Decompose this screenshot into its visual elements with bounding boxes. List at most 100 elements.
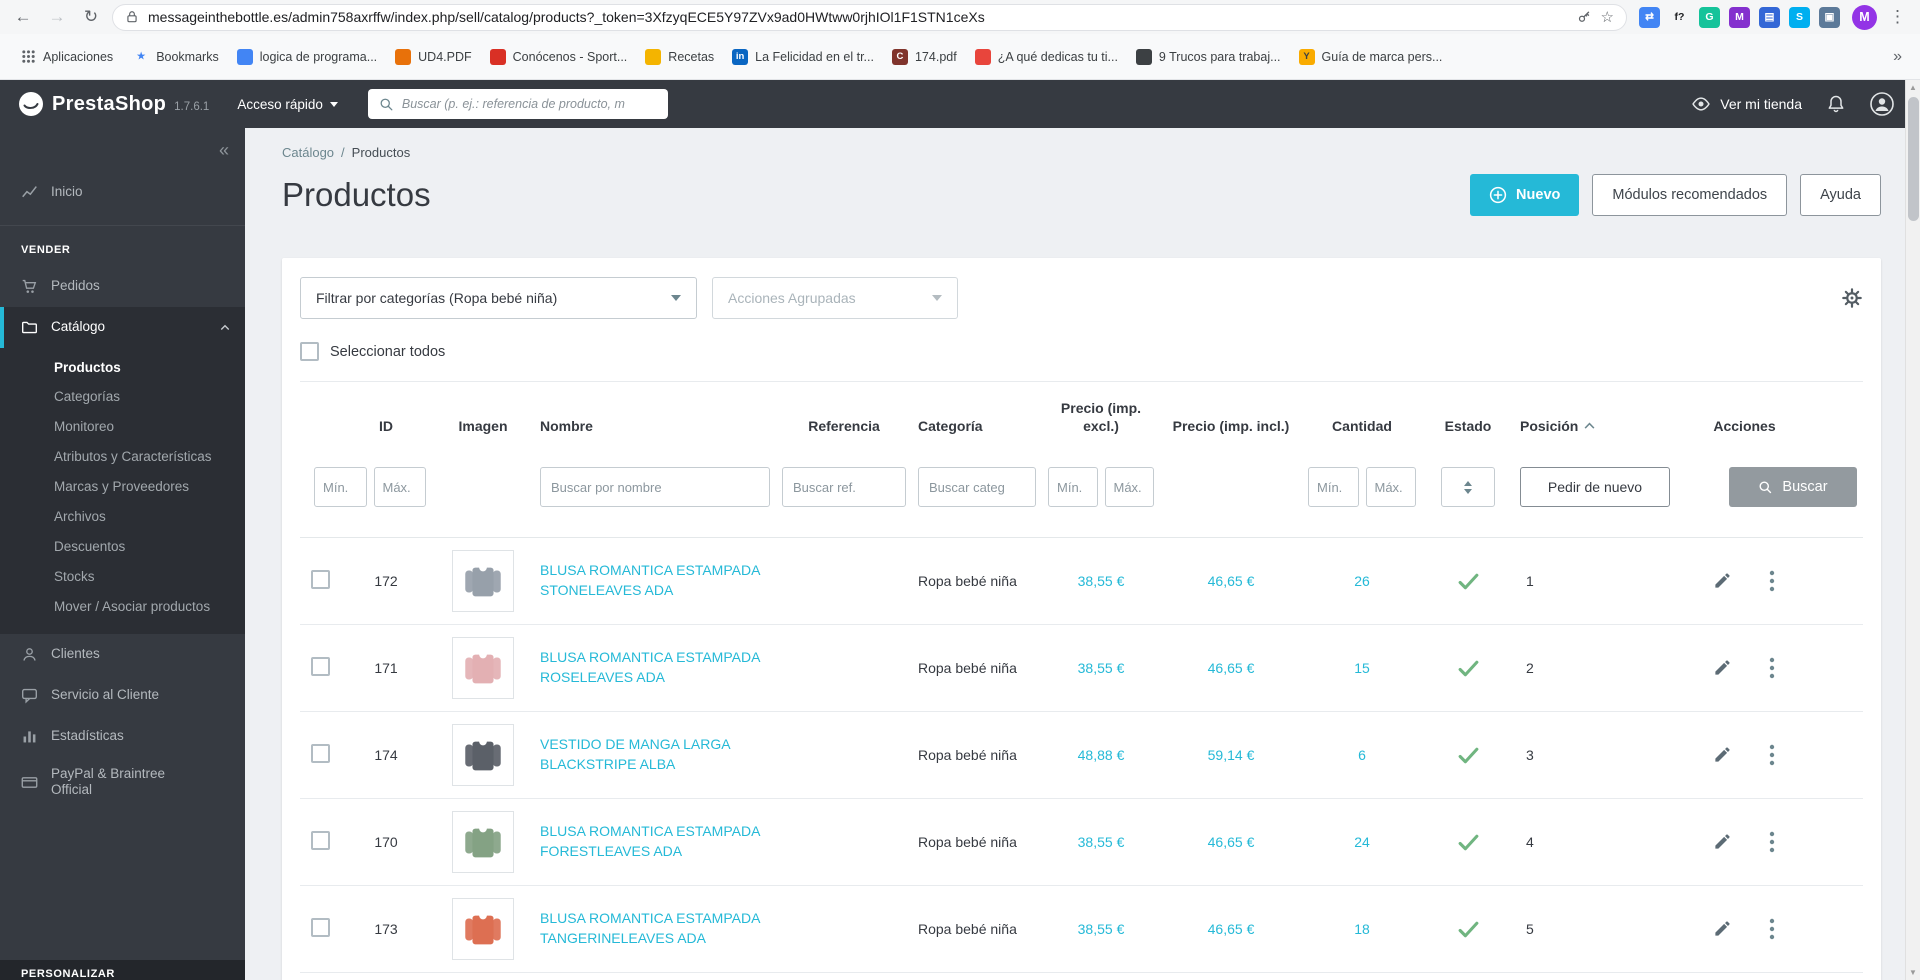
row-checkbox[interactable] bbox=[311, 744, 330, 763]
profile-avatar[interactable]: M bbox=[1852, 5, 1877, 30]
sidebar-subitem[interactable]: Monitoreo bbox=[0, 413, 245, 443]
notifications-bell-icon[interactable] bbox=[1826, 94, 1846, 114]
edit-pencil-icon[interactable] bbox=[1713, 919, 1732, 938]
browser-extension-icon[interactable]: f? bbox=[1669, 7, 1690, 28]
edit-pencil-icon[interactable] bbox=[1713, 745, 1732, 764]
col-nombre[interactable]: Nombre bbox=[534, 382, 776, 452]
reference-filter-input[interactable] bbox=[782, 467, 906, 507]
back-icon[interactable]: ← bbox=[10, 7, 36, 27]
sidebar-subitem[interactable]: Atributos y Características bbox=[0, 443, 245, 473]
browser-menu-icon[interactable]: ⋮ bbox=[1885, 7, 1910, 27]
product-price-incl-link[interactable]: 46,65 € bbox=[1208, 834, 1255, 850]
scrollbar-up-arrow[interactable]: ▲ bbox=[1906, 80, 1920, 95]
sidebar-subitem[interactable]: Categorías bbox=[0, 383, 245, 413]
product-price-excl-link[interactable]: 38,55 € bbox=[1078, 921, 1125, 937]
row-menu-kebab-icon[interactable] bbox=[1768, 917, 1776, 941]
product-price-incl-link[interactable]: 46,65 € bbox=[1208, 573, 1255, 589]
reload-icon[interactable]: ↻ bbox=[78, 7, 104, 27]
view-shop-link[interactable]: Ver mi tienda bbox=[1691, 94, 1802, 114]
product-image[interactable] bbox=[452, 550, 514, 612]
col-posicion[interactable]: Posición bbox=[1514, 382, 1626, 452]
product-quantity-link[interactable]: 15 bbox=[1354, 660, 1370, 676]
browser-extension-icon[interactable]: G bbox=[1699, 7, 1720, 28]
sidebar-item-inicio[interactable]: Inicio bbox=[0, 172, 245, 213]
browser-extension-icon[interactable]: ▣ bbox=[1819, 7, 1840, 28]
row-checkbox[interactable] bbox=[311, 657, 330, 676]
product-price-excl-link[interactable]: 38,55 € bbox=[1078, 834, 1125, 850]
sidebar-subitem[interactable]: Archivos bbox=[0, 502, 245, 532]
sidebar-item-catalogo[interactable]: Catálogo bbox=[0, 307, 245, 348]
product-name-link[interactable]: BLUSA ROMANTICA ESTAMPADA ROSELEAVES ADA bbox=[540, 648, 770, 688]
admin-search[interactable] bbox=[368, 89, 668, 119]
product-quantity-link[interactable]: 24 bbox=[1354, 834, 1370, 850]
edit-pencil-icon[interactable] bbox=[1713, 832, 1732, 851]
sidebar-item-clientes[interactable]: Clientes bbox=[0, 634, 245, 675]
name-filter-input[interactable] bbox=[540, 467, 770, 507]
browser-extension-icon[interactable]: ⇄ bbox=[1639, 7, 1660, 28]
bookmark-item[interactable]: Y Guía de marca pers... bbox=[1290, 42, 1452, 72]
row-menu-kebab-icon[interactable] bbox=[1768, 743, 1776, 767]
product-price-excl-link[interactable]: 38,55 € bbox=[1078, 573, 1125, 589]
browser-extension-icon[interactable]: S bbox=[1789, 7, 1810, 28]
product-price-incl-link[interactable]: 46,65 € bbox=[1208, 660, 1255, 676]
row-checkbox[interactable] bbox=[311, 831, 330, 850]
status-filter-select[interactable] bbox=[1441, 467, 1495, 507]
browser-extension-icon[interactable]: M bbox=[1729, 7, 1750, 28]
new-product-button[interactable]: Nuevo bbox=[1470, 174, 1579, 216]
admin-search-input[interactable] bbox=[402, 97, 657, 111]
product-image[interactable] bbox=[452, 898, 514, 960]
bookmark-item[interactable]: ★ Bookmarks bbox=[124, 42, 228, 72]
quantity-max-input[interactable] bbox=[1366, 467, 1417, 507]
quick-access-menu[interactable]: Acceso rápido bbox=[237, 97, 338, 112]
recommended-modules-button[interactable]: Módulos recomendados bbox=[1592, 174, 1787, 216]
product-price-excl-link[interactable]: 38,55 € bbox=[1078, 660, 1125, 676]
bookmark-item[interactable]: Recetas bbox=[636, 42, 723, 72]
bookmark-item[interactable]: UD4.PDF bbox=[386, 42, 480, 72]
sidebar-subitem[interactable]: Productos bbox=[0, 353, 245, 383]
url-text[interactable]: messageinthebottle.es/admin758axrffw/ind… bbox=[148, 9, 1568, 25]
scrollbar-down-arrow[interactable]: ▼ bbox=[1906, 965, 1920, 980]
row-checkbox[interactable] bbox=[311, 570, 330, 589]
search-filter-button[interactable]: Buscar bbox=[1729, 467, 1857, 507]
forward-icon[interactable]: → bbox=[44, 7, 70, 27]
col-cantidad[interactable]: Cantidad bbox=[1302, 382, 1422, 452]
product-price-incl-link[interactable]: 46,65 € bbox=[1208, 921, 1255, 937]
grid-settings-gear-icon[interactable] bbox=[1841, 287, 1863, 309]
product-price-excl-link[interactable]: 48,88 € bbox=[1078, 747, 1125, 763]
col-categoria[interactable]: Categoría bbox=[912, 382, 1042, 452]
breadcrumb-catalogo[interactable]: Catálogo bbox=[282, 145, 334, 160]
bookmark-item[interactable]: Conócenos - Sport... bbox=[481, 42, 637, 72]
apps-shortcut[interactable]: Aplicaciones bbox=[12, 42, 122, 72]
sidebar-item-servicio[interactable]: Servicio al Cliente bbox=[0, 675, 245, 716]
category-filter-select[interactable]: Filtrar por categorías (Ropa bebé niña) bbox=[300, 277, 697, 319]
product-name-link[interactable]: BLUSA ROMANTICA ESTAMPADA STONELEAVES AD… bbox=[540, 561, 770, 601]
sidebar-item-estadisticas[interactable]: Estadísticas bbox=[0, 716, 245, 757]
account-avatar-icon[interactable] bbox=[1870, 92, 1894, 116]
help-button[interactable]: Ayuda bbox=[1800, 174, 1881, 216]
product-quantity-link[interactable]: 6 bbox=[1358, 747, 1366, 763]
select-all-checkbox[interactable] bbox=[300, 342, 319, 361]
product-name-link[interactable]: BLUSA ROMANTICA ESTAMPADA TANGERINELEAVE… bbox=[540, 909, 770, 949]
row-menu-kebab-icon[interactable] bbox=[1768, 569, 1776, 593]
reorder-button[interactable]: Pedir de nuevo bbox=[1520, 467, 1670, 507]
site-info-lock-icon[interactable] bbox=[125, 10, 139, 24]
col-estado[interactable]: Estado bbox=[1422, 382, 1514, 452]
col-referencia[interactable]: Referencia bbox=[776, 382, 912, 452]
product-price-incl-link[interactable]: 59,14 € bbox=[1208, 747, 1255, 763]
browser-extension-icon[interactable]: ▤ bbox=[1759, 7, 1780, 28]
password-key-icon[interactable] bbox=[1577, 10, 1592, 25]
address-bar[interactable]: messageinthebottle.es/admin758axrffw/ind… bbox=[112, 4, 1627, 31]
row-menu-kebab-icon[interactable] bbox=[1768, 656, 1776, 680]
id-min-input[interactable] bbox=[314, 467, 367, 507]
bookmark-item[interactable]: 9 Trucos para trabaj... bbox=[1127, 42, 1290, 72]
bookmarks-overflow-icon[interactable]: » bbox=[1887, 48, 1908, 66]
product-image[interactable] bbox=[452, 811, 514, 873]
page-scrollbar[interactable]: ▲ ▼ bbox=[1905, 80, 1920, 980]
quantity-min-input[interactable] bbox=[1308, 467, 1359, 507]
bookmark-item[interactable]: in La Felicidad en el tr... bbox=[723, 42, 883, 72]
price-min-input[interactable] bbox=[1048, 467, 1098, 507]
category-filter-input[interactable] bbox=[918, 467, 1036, 507]
price-max-input[interactable] bbox=[1105, 467, 1155, 507]
id-max-input[interactable] bbox=[374, 467, 427, 507]
sidebar-collapse-icon[interactable]: « bbox=[219, 140, 227, 161]
